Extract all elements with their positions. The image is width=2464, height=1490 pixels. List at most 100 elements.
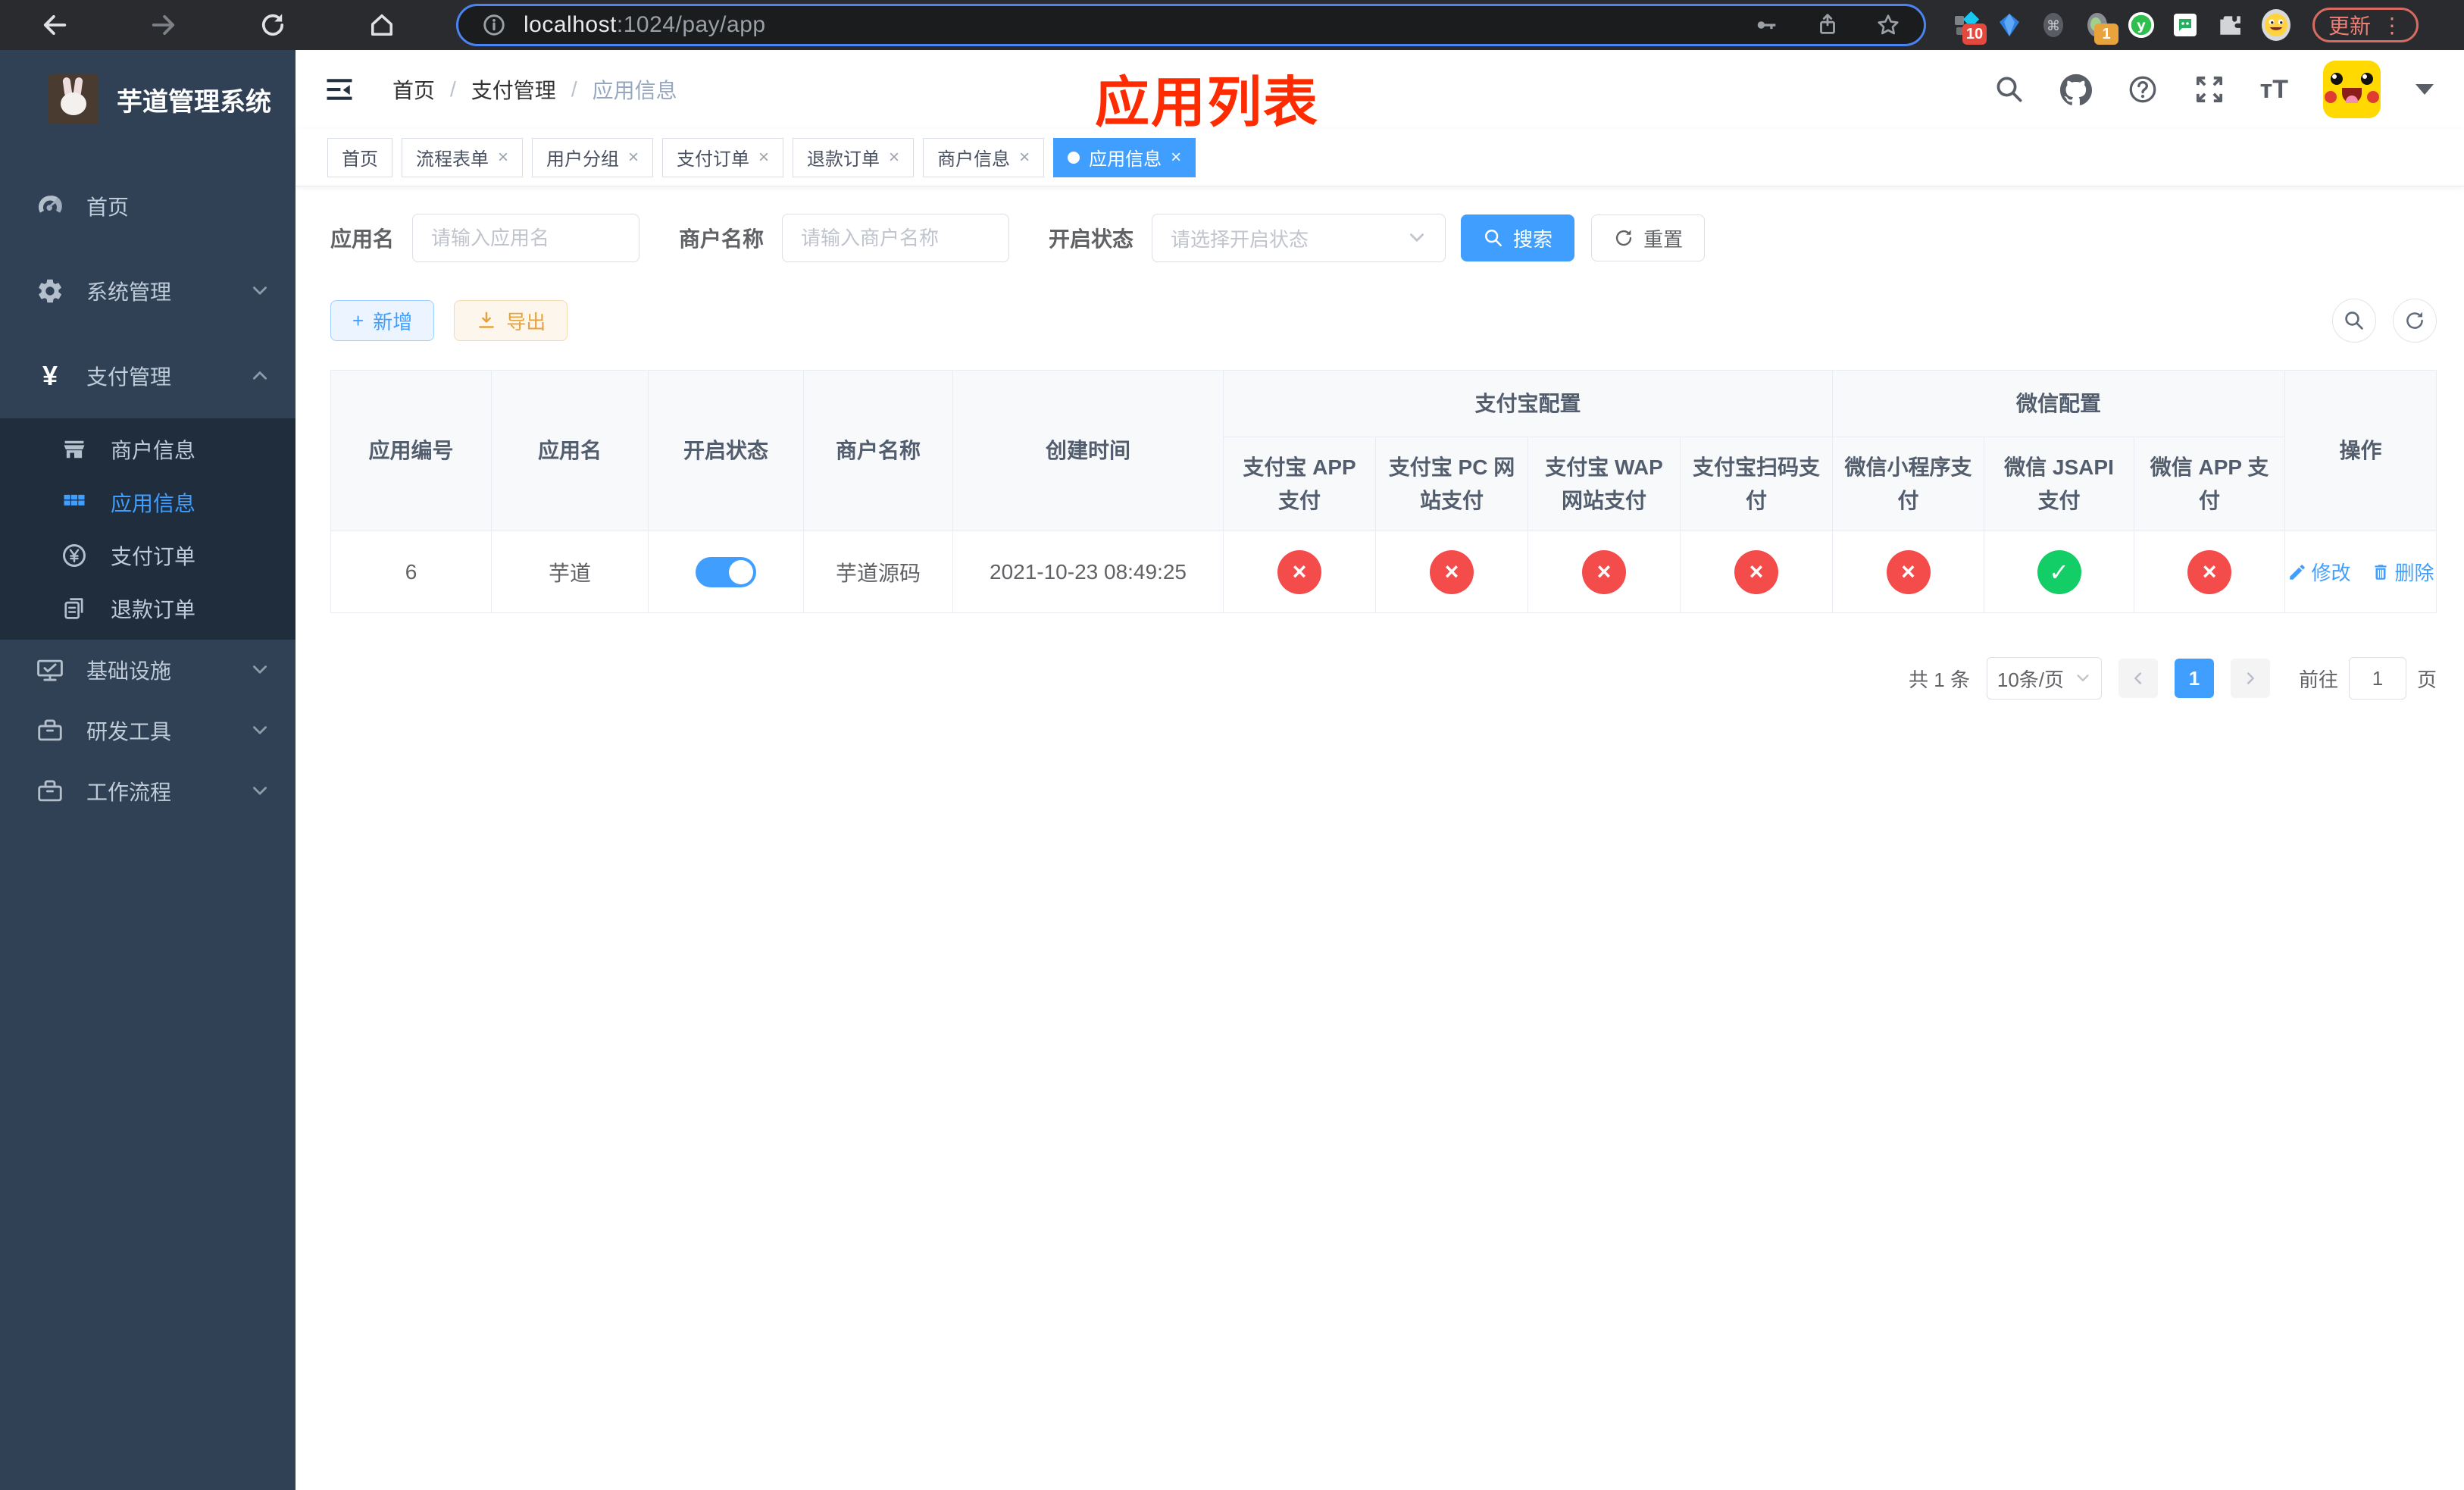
extension-dot-icon[interactable]: 1 xyxy=(2084,11,2118,45)
tag-refund-order[interactable]: 退款订单 × xyxy=(793,137,915,177)
close-icon[interactable]: × xyxy=(628,147,639,168)
share-icon[interactable] xyxy=(1815,12,1840,38)
refresh-table-button[interactable] xyxy=(2393,299,2437,343)
search-button[interactable]: 搜索 xyxy=(1461,214,1575,261)
tag-home[interactable]: 首页 xyxy=(327,137,392,177)
filter-app-name: 应用名 xyxy=(330,214,640,262)
app-name-input[interactable] xyxy=(412,214,640,262)
password-key-icon[interactable] xyxy=(1754,12,1780,38)
col-alipay-qr: 支付宝扫码支付 xyxy=(1679,437,1834,531)
address-bar[interactable]: localhost:1024/pay/app xyxy=(456,4,1926,46)
close-icon[interactable]: × xyxy=(498,147,508,168)
chevron-up-icon xyxy=(250,366,270,386)
profile-emoji-icon[interactable] xyxy=(2259,8,2293,42)
grid-icon xyxy=(58,486,91,519)
col-app-id: 应用编号 xyxy=(330,370,492,531)
update-label: 更新 xyxy=(2328,14,2372,38)
sidebar-item-pay-order[interactable]: 支付订单 xyxy=(0,529,295,582)
breadcrumb-home[interactable]: 首页 xyxy=(392,74,435,105)
edit-link[interactable]: 修改 xyxy=(2287,558,2351,586)
sidebar-item-merchant-info[interactable]: 商户信息 xyxy=(0,423,295,476)
store-icon xyxy=(58,433,91,466)
extension-gem-icon[interactable] xyxy=(1996,11,2023,39)
tag-label: 退款订单 xyxy=(807,149,880,170)
breadcrumb: 首页 / 支付管理 / 应用信息 xyxy=(392,74,677,105)
chevron-down-icon xyxy=(1407,228,1427,248)
url-text[interactable]: localhost:1024/pay/app xyxy=(524,12,766,38)
extension-command-icon[interactable]: ⌘ xyxy=(2040,11,2067,39)
sidebar-item-system[interactable]: 系统管理 xyxy=(0,249,295,333)
reset-button[interactable]: 重置 xyxy=(1591,214,1706,261)
bookmark-star-icon[interactable] xyxy=(1875,12,1901,38)
reload-icon[interactable] xyxy=(258,10,288,40)
col-group-alipay: 支付宝配置 xyxy=(1222,370,1834,437)
close-icon[interactable]: × xyxy=(758,147,769,168)
help-icon[interactable] xyxy=(2127,74,2159,105)
tag-label: 用户分组 xyxy=(546,149,620,170)
sidebar-item-app-info[interactable]: 应用信息 xyxy=(0,476,295,529)
current-page-button[interactable]: 1 xyxy=(2174,659,2214,698)
tag-user-group[interactable]: 用户分组 × xyxy=(532,137,654,177)
extensions-puzzle-icon[interactable] xyxy=(2215,11,2243,39)
reset-button-label: 重置 xyxy=(1643,227,1684,251)
close-icon[interactable]: × xyxy=(1171,147,1181,168)
sidebar-item-home[interactable]: 首页 xyxy=(0,164,295,249)
delete-link[interactable]: 删除 xyxy=(2371,558,2434,586)
close-icon[interactable]: × xyxy=(889,147,899,168)
browser-menu-kebab-icon[interactable]: ⋮ xyxy=(2381,13,2403,38)
app-logo-row[interactable]: 芋道管理系统 xyxy=(0,50,295,133)
search-icon[interactable] xyxy=(1993,74,2025,105)
tag-merchant-info[interactable]: 商户信息 × xyxy=(923,137,1045,177)
sidebar-item-infrastructure[interactable]: 基础设施 xyxy=(0,640,295,700)
export-button[interactable]: 导出 xyxy=(454,300,568,341)
sidebar-item-workflow[interactable]: 工作流程 xyxy=(0,761,295,822)
site-info-icon[interactable] xyxy=(481,12,507,38)
extension-tiles-icon[interactable]: 10 xyxy=(1952,11,1987,45)
font-size-icon[interactable]: тT xyxy=(2260,75,2288,105)
fullscreen-icon[interactable] xyxy=(2194,74,2225,105)
trash-icon xyxy=(2371,562,2391,582)
prev-page-button[interactable] xyxy=(2118,659,2158,698)
page-size-select[interactable]: 10条/页 xyxy=(1986,657,2102,700)
sidebar-item-label: 商户信息 xyxy=(111,439,196,462)
sidebar-item-payment[interactable]: ¥ 支付管理 xyxy=(0,333,295,418)
sidebar-fold-icon[interactable] xyxy=(323,73,356,106)
plus-icon: + xyxy=(352,308,364,332)
col-alipay-wap: 支付宝 WAP 网站支付 xyxy=(1527,437,1681,531)
chevron-left-icon xyxy=(2130,670,2147,687)
next-page-button[interactable] xyxy=(2230,659,2270,698)
add-button[interactable]: + 新增 xyxy=(330,300,435,341)
active-dot-icon xyxy=(1068,151,1080,164)
extension-chat-icon[interactable] xyxy=(2172,11,2199,39)
goto-page-input[interactable] xyxy=(2348,657,2406,700)
merchant-name-input[interactable] xyxy=(782,214,1010,262)
browser-update-button[interactable]: 更新 ⋮ xyxy=(2312,8,2419,42)
col-wx-lite: 微信小程序支付 xyxy=(1832,437,1985,531)
tag-app-info-active[interactable]: 应用信息 × xyxy=(1053,137,1196,177)
avatar-dropdown-caret-icon[interactable] xyxy=(2416,84,2434,95)
tag-label: 流程表单 xyxy=(416,149,489,170)
extension-yudao-icon[interactable]: y xyxy=(2128,11,2155,39)
close-icon[interactable]: × xyxy=(1019,147,1030,168)
user-avatar[interactable] xyxy=(2323,61,2381,118)
hide-search-button[interactable] xyxy=(2332,299,2377,343)
refresh-icon xyxy=(1613,227,1634,249)
table-toolbar: + 新增 导出 xyxy=(330,299,2437,343)
sidebar-item-label: 支付管理 xyxy=(86,365,172,389)
github-icon[interactable] xyxy=(2060,74,2092,105)
tag-pay-order[interactable]: 支付订单 × xyxy=(662,137,784,177)
topbar-actions: тT xyxy=(1993,61,2464,118)
table-toolbar-right xyxy=(2332,299,2437,343)
col-alipay-pc: 支付宝 PC 网站支付 xyxy=(1375,437,1528,531)
back-icon[interactable] xyxy=(39,10,70,40)
sidebar-item-label: 系统管理 xyxy=(86,280,172,304)
forward-icon[interactable] xyxy=(149,10,179,40)
sidebar-item-refund-order[interactable]: 退款订单 xyxy=(0,582,295,635)
status-toggle[interactable] xyxy=(696,556,756,587)
tag-process-form[interactable]: 流程表单 × xyxy=(402,137,524,177)
sidebar-item-dev-tools[interactable]: 研发工具 xyxy=(0,700,295,761)
status-select[interactable]: 请选择开启状态 xyxy=(1152,214,1446,262)
col-merchant: 商户名称 xyxy=(803,370,953,531)
home-icon[interactable] xyxy=(367,10,397,40)
breadcrumb-payment[interactable]: 支付管理 xyxy=(471,74,556,105)
